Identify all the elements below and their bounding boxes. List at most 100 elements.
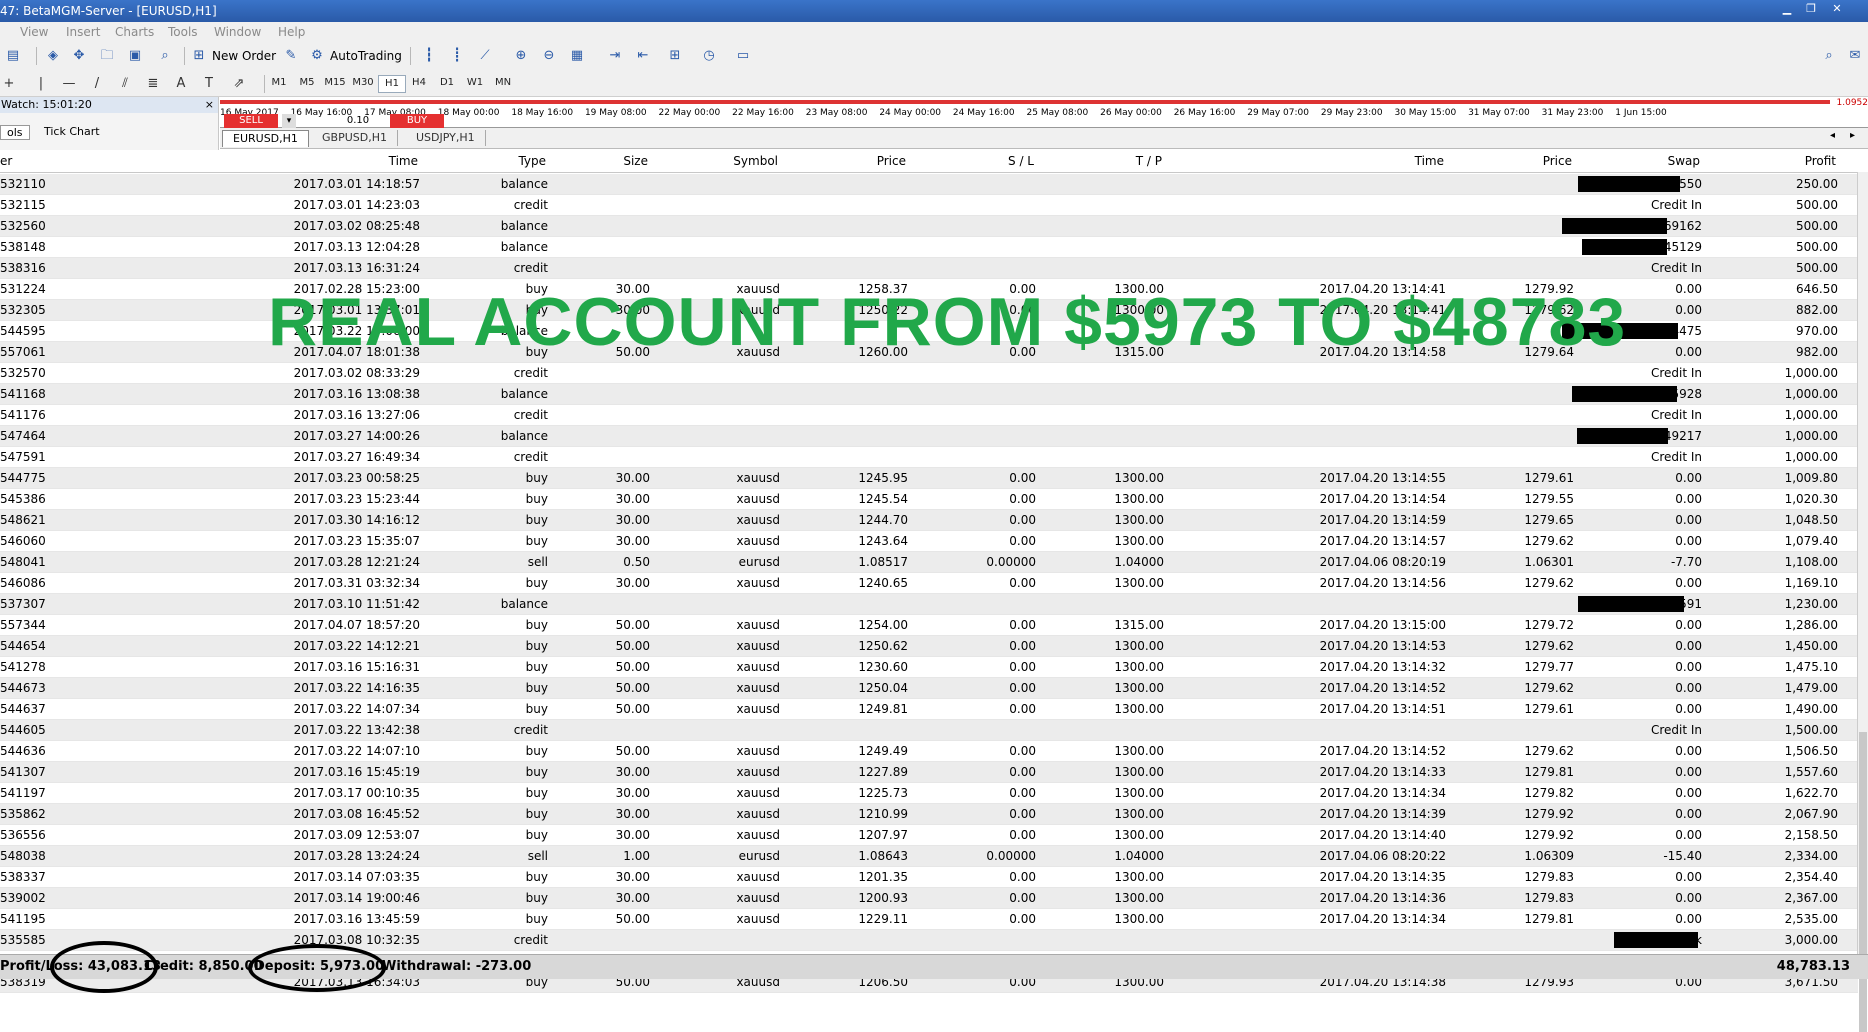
table-row[interactable]: 5446372017.03.22 14:07:34buy50.00xauusd1… <box>0 699 1858 720</box>
market-watch-close-icon[interactable]: × <box>205 97 214 113</box>
candlestick-icon[interactable]: ┋ <box>448 47 466 65</box>
table-row[interactable]: 5411952017.03.16 13:45:59buy50.00xauusd1… <box>0 909 1858 930</box>
timeframe-h4[interactable]: H4 <box>406 75 432 91</box>
table-row[interactable]: 5390022017.03.14 19:00:46buy30.00xauusd1… <box>0 888 1858 909</box>
col-swap[interactable]: Swap <box>1600 154 1700 168</box>
table-row[interactable]: 5413072017.03.16 15:45:19buy30.00xauusd1… <box>0 762 1858 783</box>
table-row[interactable]: 5411762017.03.16 13:27:06creditCredit In… <box>0 405 1858 426</box>
col-order[interactable]: er <box>0 154 12 168</box>
market-watch-icon[interactable]: ◈ <box>44 47 62 65</box>
table-row[interactable]: 5573442017.04.07 18:57:20buy50.00xauusd1… <box>0 615 1858 636</box>
col-tp[interactable]: T / P <box>1060 154 1162 168</box>
new-order-button[interactable]: New Order <box>212 46 276 66</box>
table-row[interactable]: 5446362017.03.22 14:07:10buy50.00xauusd1… <box>0 741 1858 762</box>
table-row[interactable]: 5480382017.03.28 13:24:24sell1.00eurusd1… <box>0 846 1858 867</box>
timeframe-m30[interactable]: M30 <box>350 75 376 91</box>
table-row[interactable]: 5446052017.03.22 13:42:38creditCredit In… <box>0 720 1858 741</box>
menu-tools[interactable]: Tools <box>168 25 198 39</box>
timeframe-m15[interactable]: M15 <box>322 75 348 91</box>
table-row[interactable]: 5325702017.03.02 08:33:29creditCredit In… <box>0 363 1858 384</box>
col-close-time[interactable]: Time <box>1300 154 1444 168</box>
table-row[interactable]: 5480412017.03.28 12:21:24sell0.50eurusd1… <box>0 552 1858 573</box>
table-row[interactable]: 5365562017.03.09 12:53:07buy30.00xauusd1… <box>0 825 1858 846</box>
templates-icon[interactable]: ▭ <box>734 47 752 65</box>
table-row[interactable]: 5383372017.03.14 07:03:35buy30.00xauusd1… <box>0 867 1858 888</box>
table-row[interactable]: 5358622017.03.08 16:45:52buy30.00xauusd1… <box>0 804 1858 825</box>
minimize-button[interactable]: ▁ <box>1776 2 1798 18</box>
timeframe-d1[interactable]: D1 <box>434 75 460 91</box>
tab-tick-chart[interactable]: Tick Chart <box>38 125 106 138</box>
timeframe-m1[interactable]: M1 <box>266 75 292 91</box>
tab-symbols[interactable]: ols <box>0 125 30 140</box>
new-order-icon[interactable]: ⊞ <box>190 47 208 65</box>
table-row[interactable]: 5412782017.03.16 15:16:31buy50.00xauusd1… <box>0 657 1858 678</box>
table-row[interactable]: 5446732017.03.22 14:16:35buy50.00xauusd1… <box>0 678 1858 699</box>
menu-window[interactable]: Window <box>214 25 261 39</box>
close-button[interactable]: ✕ <box>1826 2 1848 18</box>
chart-window[interactable]: 1.0952 16 May 2017 16 May 16:00 17 May 0… <box>220 97 1868 128</box>
text-icon[interactable]: A <box>172 75 190 93</box>
periods-icon[interactable]: ◷ <box>700 47 718 65</box>
line-chart-icon[interactable]: ⟋ <box>476 47 494 65</box>
tab-scroll-left-icon[interactable]: ◂ <box>1830 130 1835 141</box>
menu-insert[interactable]: Insert <box>66 25 100 39</box>
col-type[interactable]: Type <box>480 154 546 168</box>
col-size[interactable]: Size <box>580 154 648 168</box>
crosshair-icon[interactable]: + <box>0 75 18 93</box>
metaeditor-icon[interactable]: ✎ <box>282 47 300 65</box>
profiles-icon[interactable]: ▤ <box>4 47 22 65</box>
col-symbol[interactable]: Symbol <box>680 154 778 168</box>
chart-shift-icon[interactable]: ⇤ <box>634 47 652 65</box>
tester-icon[interactable]: ⌕ <box>156 47 174 65</box>
zoom-in-icon[interactable]: ⊕ <box>512 47 530 65</box>
timeframe-h1[interactable]: H1 <box>378 75 406 93</box>
vertical-line-icon[interactable]: | <box>32 75 50 93</box>
table-row[interactable]: 5460602017.03.23 15:35:07buy30.00xauusd1… <box>0 531 1858 552</box>
table-row[interactable]: 5321152017.03.01 14:23:03creditCredit In… <box>0 195 1858 216</box>
tab-eurusd-h1[interactable]: EURUSD,H1 <box>222 130 309 147</box>
lot-size[interactable]: 0.10 <box>340 114 376 128</box>
timeframe-w1[interactable]: W1 <box>462 75 488 91</box>
col-profit[interactable]: Profit <box>1740 154 1836 168</box>
table-row[interactable]: 5460862017.03.31 03:32:34buy30.00xauusd1… <box>0 573 1858 594</box>
arrows-icon[interactable]: ⇗ <box>230 75 248 93</box>
lot-down-icon[interactable]: ▾ <box>282 114 296 128</box>
tab-gbpusd-h1[interactable]: GBPUSD,H1 <box>312 130 398 146</box>
col-price[interactable]: Price <box>800 154 906 168</box>
table-row[interactable]: 5373072017.03.10 11:51:42balance5911,230… <box>0 594 1858 615</box>
tab-scroll-right-icon[interactable]: ▸ <box>1850 130 1855 141</box>
timeframe-mn[interactable]: MN <box>490 75 516 91</box>
col-close-price[interactable]: Price <box>1480 154 1572 168</box>
zoom-out-icon[interactable]: ⊖ <box>540 47 558 65</box>
table-row[interactable]: 5475912017.03.27 16:49:34creditCredit In… <box>0 447 1858 468</box>
menu-charts[interactable]: Charts <box>115 25 154 39</box>
table-row[interactable]: 5381482017.03.13 12:04:28balance45129500… <box>0 237 1858 258</box>
col-time[interactable]: Time <box>300 154 418 168</box>
autoscroll-icon[interactable]: ⇥ <box>606 47 624 65</box>
sell-button[interactable]: SELL <box>224 114 278 128</box>
search-icon[interactable]: ⌕ <box>1820 47 1838 65</box>
navigator-icon[interactable]: ✥ <box>70 47 88 65</box>
table-row[interactable]: 5325602017.03.02 08:25:48balance69162500… <box>0 216 1858 237</box>
tab-usdjpy-h1[interactable]: USDJPY,H1 <box>406 130 486 146</box>
menu-help[interactable]: Help <box>278 25 305 39</box>
col-sl[interactable]: S / L <box>930 154 1034 168</box>
buy-button[interactable]: BUY <box>390 114 444 128</box>
auto-trading-button[interactable]: AutoTrading <box>330 46 402 66</box>
restore-button[interactable]: ❐ <box>1800 2 1822 18</box>
table-row[interactable]: 5486212017.03.30 14:16:12buy30.00xauusd1… <box>0 510 1858 531</box>
channel-icon[interactable]: ⫽ <box>116 75 134 93</box>
table-row[interactable]: 5453862017.03.23 15:23:44buy30.00xauusd1… <box>0 489 1858 510</box>
table-row[interactable]: 5383162017.03.13 16:31:24creditCredit In… <box>0 258 1858 279</box>
tile-windows-icon[interactable]: ▦ <box>568 47 586 65</box>
timeframe-m5[interactable]: M5 <box>294 75 320 91</box>
text-label-icon[interactable]: T <box>200 75 218 93</box>
table-row[interactable]: 5411682017.03.16 13:08:38balance59281,00… <box>0 384 1858 405</box>
menu-view[interactable]: View <box>20 25 48 39</box>
folder-icon[interactable]: 🗀 <box>98 47 116 65</box>
trendline-icon[interactable]: / <box>88 75 106 93</box>
grid-scrollbar[interactable] <box>1857 172 1868 954</box>
indicators-icon[interactable]: ⊞ <box>666 47 684 65</box>
table-row[interactable]: 5411972017.03.17 00:10:35buy30.00xauusd1… <box>0 783 1858 804</box>
horizontal-line-icon[interactable]: — <box>60 75 78 93</box>
